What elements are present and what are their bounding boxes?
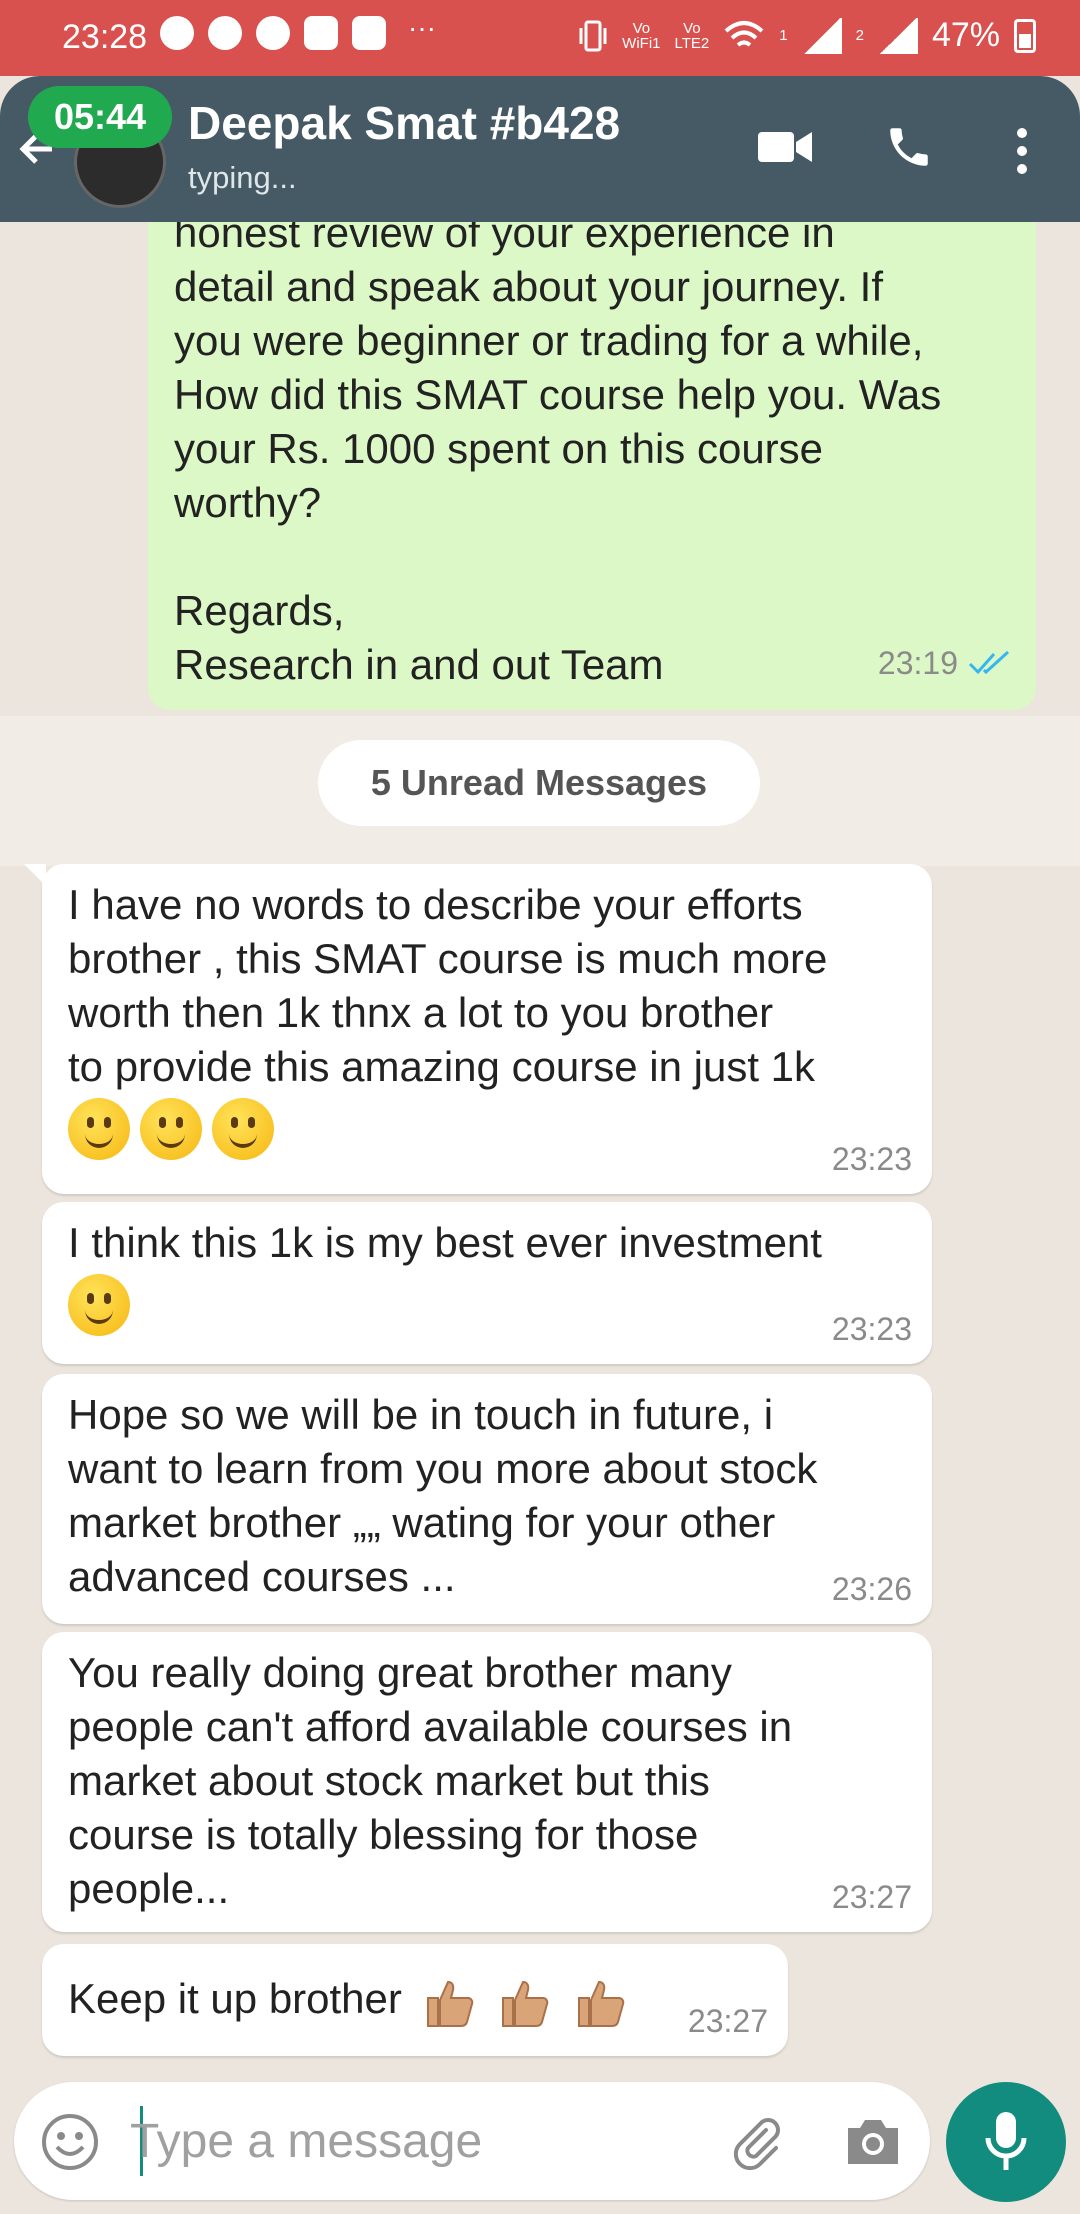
message-input[interactable]: Type a message (130, 2114, 482, 2169)
message-text: honest review of your experience in deta… (174, 222, 942, 688)
microphone-icon (985, 2112, 1027, 2170)
smiley-emoji-icon (68, 1098, 130, 1160)
voice-message-button[interactable] (946, 2082, 1066, 2202)
message-text: Keep it up brother (68, 1975, 402, 2022)
thumbs-up-emoji-icon (577, 1980, 625, 2027)
message-time: 23:26 (831, 1571, 912, 1607)
emoji-icon[interactable] (40, 2112, 100, 2172)
vibrate-icon (579, 20, 607, 51)
read-receipt-icon (968, 650, 1010, 675)
notification-icons (160, 16, 386, 50)
chat-area[interactable]: honest review of your experience in deta… (0, 222, 1080, 2082)
phone-icon (208, 16, 242, 50)
voice-call-icon[interactable] (884, 122, 934, 172)
incoming-message[interactable]: You really doing great brother many peop… (42, 1632, 932, 1932)
message-composer[interactable]: Type a message (14, 2082, 930, 2200)
status-bar: 23:28 ··· Vo WiFi1 Vo LTE2 1 2 47% (0, 0, 1080, 76)
battery-icon (1014, 18, 1036, 53)
business-icon (160, 16, 194, 50)
incoming-message[interactable]: Keep it up brother 23:27 (42, 1944, 788, 2056)
battery-percent: 47% (931, 16, 1000, 54)
camera-icon[interactable] (844, 2114, 902, 2168)
more-notifications-icon: ··· (408, 12, 436, 43)
smiley-emoji-icon (140, 1098, 202, 1160)
volte-label: Vo LTE2 (674, 19, 710, 52)
thumbs-up-emoji-icon (502, 1980, 549, 2027)
message-time: 23:27 (687, 2003, 768, 2039)
message-time: 23:27 (831, 1879, 912, 1915)
wifi-icon (724, 20, 764, 47)
incoming-message[interactable]: I think this 1k is my best ever investme… (42, 1202, 932, 1364)
sim2-label: 2 (855, 27, 864, 44)
incoming-message[interactable]: I have no words to describe your efforts… (24, 864, 932, 1194)
message-time: 23:23 (831, 1141, 912, 1177)
sim1-label: 1 (779, 27, 788, 44)
video-call-icon[interactable] (756, 128, 814, 166)
message-text: You really doing great brother many peop… (68, 1649, 793, 1912)
contact-status: typing... (188, 160, 297, 195)
status-time: 23:28 (62, 18, 148, 56)
outgoing-message[interactable]: honest review of your experience in deta… (148, 222, 1036, 710)
signal-sim2-icon (877, 17, 918, 54)
message-text: Hope so we will be in touch in future, i… (68, 1391, 818, 1600)
youtube-icon (352, 16, 386, 50)
more-options-icon[interactable] (1010, 126, 1034, 176)
incoming-message[interactable]: Hope so we will be in touch in future, i… (42, 1374, 932, 1624)
message-time: 23:23 (831, 1311, 912, 1347)
unread-messages-badge: 5 Unread Messages (318, 740, 760, 826)
thumbs-up-emoji-icon (426, 1980, 473, 2027)
vowifi-label: Vo WiFi1 (622, 19, 661, 52)
contact-name[interactable]: Deepak Smat #b428 (188, 96, 620, 150)
smiley-emoji-icon (212, 1098, 274, 1160)
ongoing-call-timer[interactable]: 05:44 (28, 86, 173, 148)
instagram-icon (304, 16, 338, 50)
signal-sim1-icon (801, 17, 842, 54)
message-time: 23:19 (877, 645, 958, 681)
emoji-row (68, 1098, 932, 1160)
attach-icon[interactable] (726, 2112, 786, 2172)
whatsapp-icon (256, 16, 290, 50)
smiley-emoji-icon (68, 1274, 130, 1336)
message-text: I think this 1k is my best ever investme… (68, 1219, 822, 1266)
message-text: I have no words to describe your efforts… (68, 881, 828, 1090)
